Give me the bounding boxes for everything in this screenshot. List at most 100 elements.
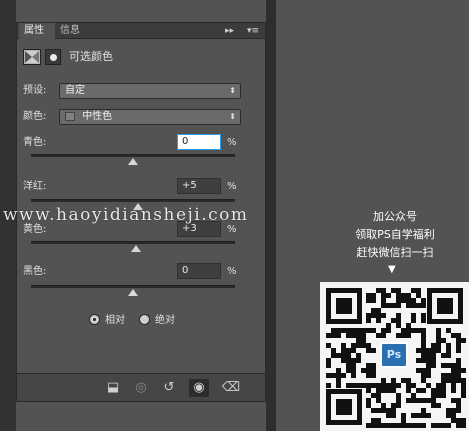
qr-module: [436, 388, 441, 393]
qr-module: [376, 398, 381, 403]
qr-module: [456, 358, 461, 363]
adjustment-header: 可选颜色: [23, 47, 259, 69]
qr-module: [386, 328, 391, 333]
qr-module: [406, 333, 411, 338]
qr-module: [371, 418, 376, 423]
qr-module: [371, 393, 376, 398]
view-previous-icon[interactable]: ◎: [131, 379, 151, 397]
delete-icon[interactable]: ⌫: [221, 379, 241, 397]
qr-module: [381, 303, 386, 308]
select-arrows-icon: ⬍: [229, 86, 236, 95]
cyan-input[interactable]: 0: [177, 134, 221, 150]
qr-module: [441, 383, 446, 388]
adjustment-layer-icon[interactable]: [23, 49, 41, 65]
colors-select[interactable]: 中性色 ⬍: [59, 109, 241, 125]
qr-module: [351, 333, 356, 338]
qr-module: [366, 363, 371, 368]
magenta-slider-track[interactable]: [31, 199, 235, 202]
qr-module: [436, 393, 441, 398]
qr-module: [341, 328, 346, 333]
qr-module: [401, 413, 406, 418]
qr-module: [366, 398, 371, 403]
tab-info[interactable]: 信息: [55, 23, 87, 39]
qr-module: [391, 378, 396, 383]
qr-module: [456, 373, 461, 378]
qr-module: [331, 373, 336, 378]
qr-module: [411, 288, 416, 293]
qr-module: [436, 328, 441, 333]
qr-module: [416, 368, 421, 373]
qr-module: [381, 388, 386, 393]
qr-module: [336, 383, 341, 388]
qr-module: [336, 378, 341, 383]
qr-module: [446, 378, 451, 383]
colors-value: 中性色: [82, 111, 113, 122]
qr-module: [426, 353, 431, 358]
qr-module: [421, 298, 426, 303]
qr-module: [396, 403, 401, 408]
qr-module: [371, 373, 376, 378]
layer-mask-icon[interactable]: [45, 49, 61, 65]
qr-module: [391, 288, 396, 293]
clip-to-layer-icon[interactable]: ⬓: [103, 379, 123, 397]
black-input[interactable]: 0: [177, 263, 221, 279]
qr-module: [366, 348, 371, 353]
qr-module: [421, 338, 426, 343]
collapse-panel-icon[interactable]: ▸▸: [225, 23, 234, 39]
tab-properties[interactable]: 属性: [19, 23, 55, 39]
qr-module: [461, 423, 466, 428]
qr-module: [331, 328, 336, 333]
qr-module: [416, 413, 421, 418]
yellow-slider-thumb[interactable]: [131, 245, 142, 252]
qr-module: [411, 398, 416, 403]
qr-module: [426, 348, 431, 353]
qr-module: [346, 328, 351, 333]
qr-module: [431, 358, 436, 363]
panel-menu-icon[interactable]: ▾≡: [247, 23, 259, 39]
absolute-radio[interactable]: [139, 314, 150, 325]
cyan-slider-track[interactable]: [31, 154, 235, 157]
qr-module: [461, 338, 466, 343]
preset-select[interactable]: 自定 ⬍: [59, 83, 241, 99]
black-slider-thumb[interactable]: [128, 289, 138, 296]
qr-module: [426, 398, 431, 403]
relative-radio[interactable]: [89, 314, 100, 325]
cyan-slider-thumb[interactable]: [128, 158, 138, 165]
qr-module: [396, 303, 401, 308]
qr-module: [431, 403, 436, 408]
qr-module: [381, 403, 386, 408]
reset-icon[interactable]: ↺: [159, 379, 179, 397]
black-slider-track[interactable]: [31, 285, 235, 288]
qr-module: [456, 338, 461, 343]
qr-module: [376, 313, 381, 318]
qr-module: [431, 343, 436, 348]
qr-module: [396, 398, 401, 403]
qr-module: [406, 298, 411, 303]
qr-module: [401, 423, 406, 428]
qr-module: [326, 383, 331, 388]
qr-module: [411, 383, 416, 388]
qr-module: [431, 423, 436, 428]
qr-module: [366, 298, 371, 303]
qr-module: [426, 383, 431, 388]
visibility-icon[interactable]: ◉: [189, 379, 209, 397]
qr-module: [366, 313, 371, 318]
qr-module: [351, 373, 356, 378]
qr-module: [396, 383, 401, 388]
qr-module: [401, 378, 406, 383]
qr-module: [371, 308, 376, 313]
qr-module: [411, 318, 416, 323]
qr-module: [376, 288, 381, 293]
promo-line-3: 赶快微信扫一扫: [356, 246, 434, 259]
qr-module: [436, 338, 441, 343]
magenta-input[interactable]: +5: [177, 178, 221, 194]
qr-module: [401, 333, 406, 338]
qr-module: [371, 408, 376, 413]
qr-module: [411, 423, 416, 428]
qr-module: [366, 383, 371, 388]
yellow-slider-track[interactable]: [31, 241, 235, 244]
relative-label: 相对: [105, 315, 125, 326]
qr-module: [416, 398, 421, 403]
qr-module: [451, 398, 456, 403]
magenta-label: 洋红:: [23, 181, 47, 192]
